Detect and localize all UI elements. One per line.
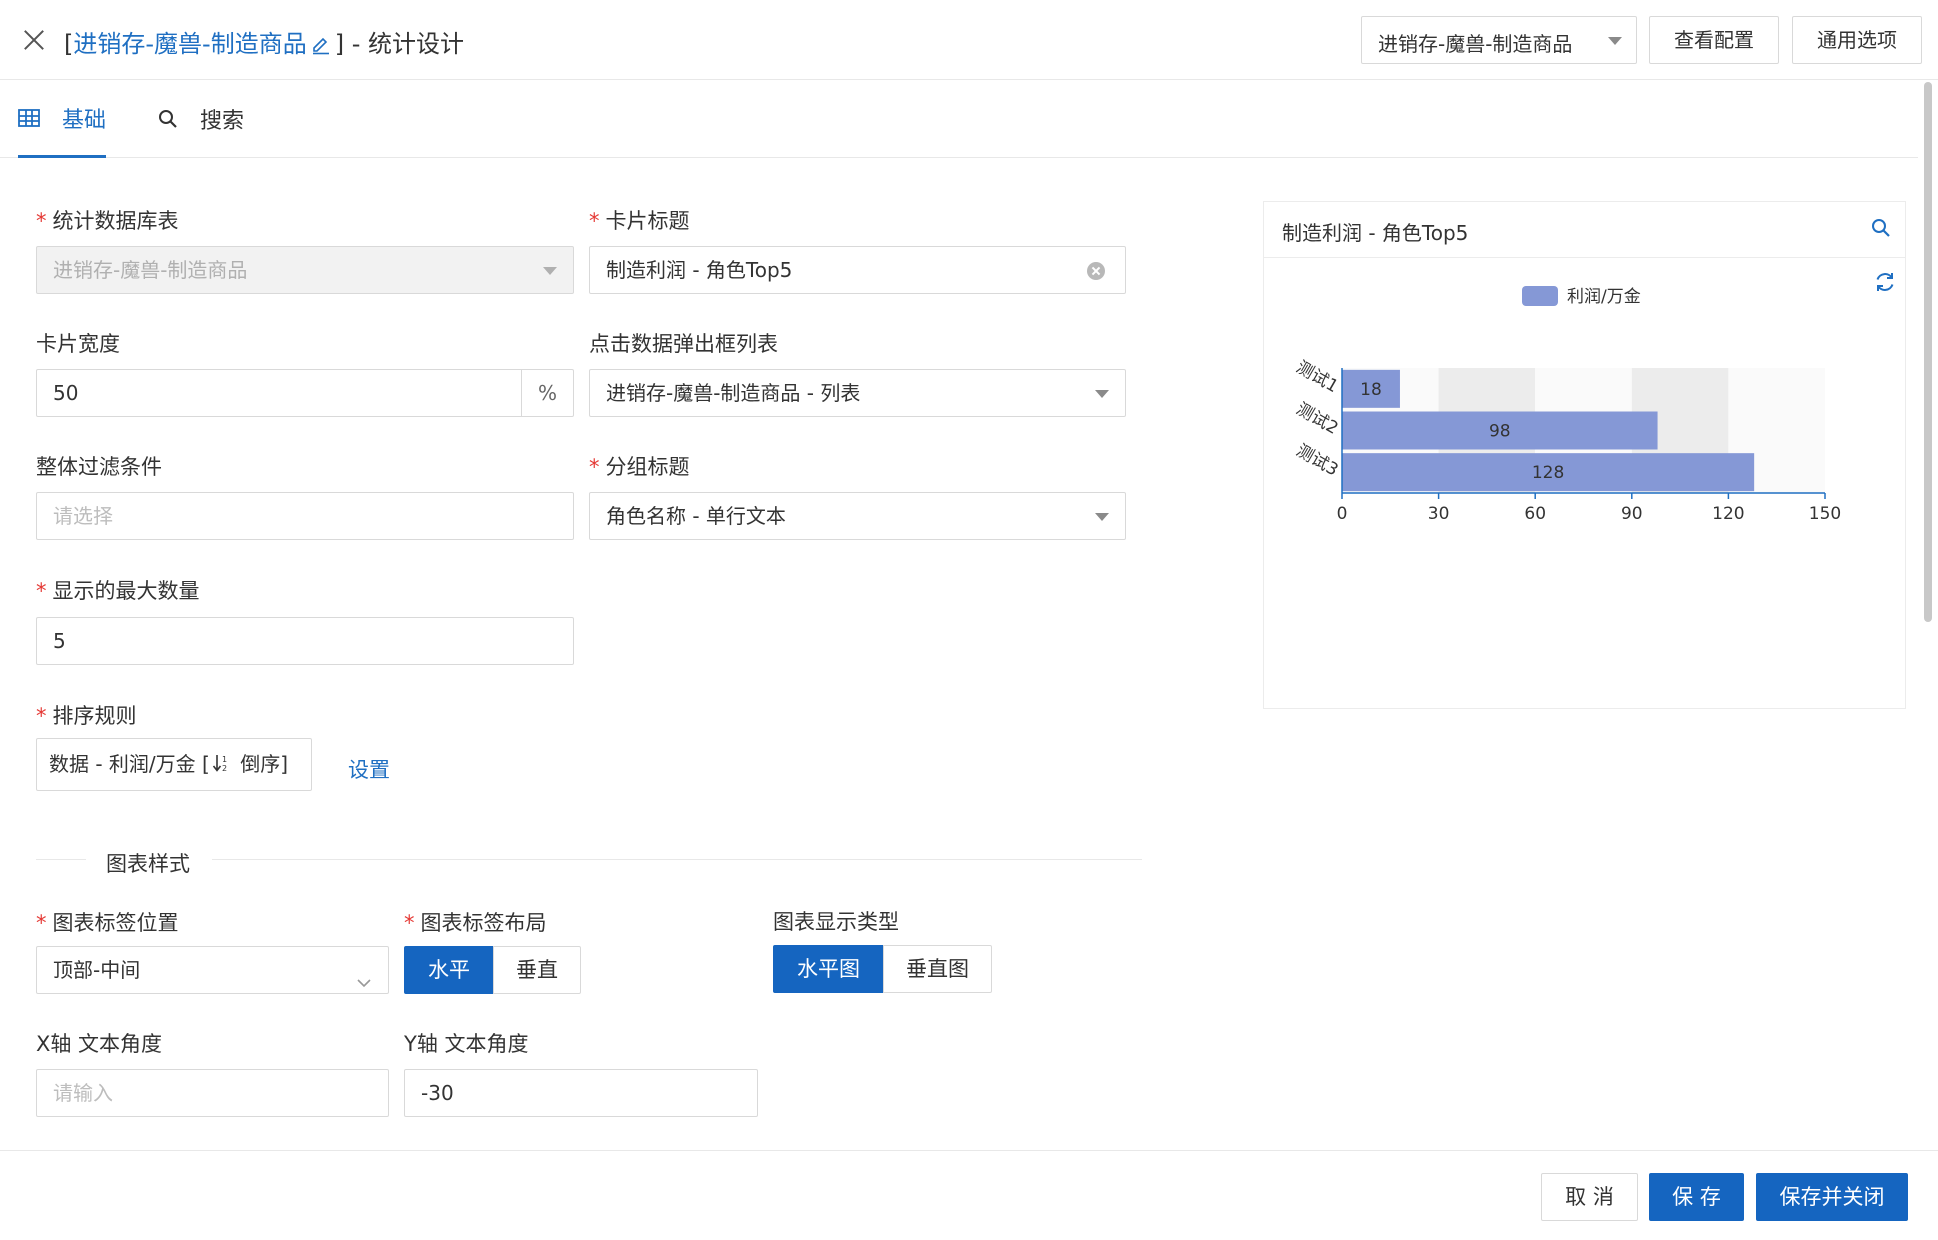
card-header: 制造利润 - 角色Top5 — [1264, 202, 1905, 258]
max-count-input[interactable]: 5 — [36, 617, 574, 665]
y-angle-input[interactable]: -30 — [404, 1069, 758, 1117]
filter-label: 整体过滤条件 — [36, 455, 162, 479]
sort-rule-label: * 排序规则 — [36, 704, 137, 728]
x-tick-label: 90 — [1621, 504, 1643, 524]
label-layout-label: * 图表标签布局 — [404, 911, 547, 935]
display-type-label: 图表显示类型 — [773, 910, 899, 934]
card-width-input[interactable]: 50 % — [36, 369, 574, 417]
stat-table-value: 进销存-魔兽-制造商品 — [53, 258, 248, 282]
title-table-link[interactable]: 进销存-魔兽-制造商品 — [73, 30, 306, 58]
stat-table-select: 进销存-魔兽-制造商品 — [36, 246, 574, 294]
x-tick-label: 30 — [1428, 504, 1450, 524]
clear-icon[interactable] — [1087, 262, 1105, 280]
card-title-value: 制造利润 - 角色Top5 — [606, 258, 793, 282]
title-bracket-open: [ — [64, 30, 74, 58]
svg-text:2: 2 — [222, 764, 227, 773]
display-type-horizontal[interactable]: 水平图 — [773, 945, 884, 993]
card-width-label: 卡片宽度 — [36, 332, 120, 356]
edit-icon[interactable] — [311, 33, 331, 61]
dialog-header: [进销存-魔兽-制造商品] - 统计设计 进销存-魔兽-制造商品 查看配置 通用… — [0, 0, 1938, 80]
search-icon — [158, 109, 178, 129]
click-popup-value: 进销存-魔兽-制造商品 - 列表 — [606, 381, 861, 405]
label-position-label: * 图表标签位置 — [36, 911, 179, 935]
tab-search-label: 搜索 — [200, 109, 245, 134]
save-button[interactable]: 保 存 — [1649, 1173, 1744, 1221]
cancel-button[interactable]: 取 消 — [1541, 1173, 1638, 1221]
x-tick-label: 150 — [1809, 504, 1841, 524]
group-title-select[interactable]: 角色名称 - 单行文本 — [589, 492, 1126, 540]
click-popup-label: 点击数据弹出框列表 — [589, 332, 778, 356]
view-config-button[interactable]: 查看配置 — [1649, 16, 1779, 64]
label-position-value: 顶部-中间 — [53, 958, 141, 982]
search-icon[interactable] — [1871, 218, 1891, 243]
header-table-select[interactable]: 进销存-魔兽-制造商品 — [1361, 16, 1637, 64]
filter-placeholder: 请选择 — [53, 504, 113, 528]
y-tick-label: 测试2 — [1293, 399, 1342, 439]
chart-style-section-title: 图表样式 — [106, 852, 190, 876]
bar-chart: 利润/万金 18 测试1 98 测试2 128 测试3 0 30 60 90 120 150 — [1293, 286, 1841, 524]
x-tick-label: 0 — [1337, 504, 1348, 524]
tab-search[interactable]: 搜索 — [158, 80, 244, 158]
y-tick-label: 测试3 — [1293, 441, 1342, 481]
header-table-select-value: 进销存-魔兽-制造商品 — [1378, 32, 1573, 56]
display-type-vertical[interactable]: 垂直图 — [883, 945, 992, 993]
group-title-label: * 分组标题 — [589, 455, 690, 479]
x-angle-label: X轴 文本角度 — [36, 1032, 163, 1056]
title-suffix: ] - 统计设计 — [334, 30, 464, 58]
percent-suffix: % — [521, 370, 573, 416]
common-options-button[interactable]: 通用选项 — [1792, 16, 1922, 64]
label-position-select[interactable]: 顶部-中间 — [36, 946, 389, 994]
sort-rule-field[interactable]: 数据 - 利润/万金 [1 2 倒序] — [36, 738, 312, 791]
scrollbar[interactable] — [1924, 82, 1932, 622]
card-width-value: 50 — [53, 381, 79, 405]
card-title: 制造利润 - 角色Top5 — [1282, 221, 1469, 245]
chevron-down-icon — [1608, 37, 1622, 45]
table-icon — [18, 108, 40, 127]
dialog-footer: 取 消 保 存 保存并关闭 — [0, 1150, 1938, 1240]
filter-select[interactable]: 请选择 — [36, 492, 574, 540]
sort-setting-link[interactable]: 设置 — [348, 754, 390, 784]
chevron-down-icon — [543, 267, 557, 275]
bar-data-label: 98 — [1489, 422, 1511, 442]
section-divider-left — [36, 859, 86, 860]
chevron-down-icon — [1095, 390, 1109, 398]
card-title-input[interactable]: 制造利润 - 角色Top5 — [589, 246, 1126, 294]
x-angle-placeholder: 请输入 — [53, 1081, 113, 1105]
save-close-button[interactable]: 保存并关闭 — [1756, 1173, 1908, 1221]
bar-data-label: 128 — [1532, 463, 1564, 483]
card-title-label: * 卡片标题 — [589, 209, 690, 233]
tab-bar: 基础 搜索 — [0, 80, 1918, 158]
max-count-value: 5 — [53, 629, 66, 653]
sort-desc-icon: 12 — [212, 741, 232, 790]
sort-rule-suffix: 倒序] — [233, 752, 289, 776]
page-title: [进销存-魔兽-制造商品 ] - 统计设计 — [64, 24, 464, 61]
section-divider-right — [212, 859, 1142, 860]
y-tick-label: 测试1 — [1293, 357, 1342, 397]
chart-preview-card: 制造利润 - 角色Top5 利润/万金 18 测试1 98 测试2 128 测试3 0 30 60… — [1263, 201, 1906, 709]
label-layout-horizontal[interactable]: 水平 — [404, 946, 494, 994]
group-title-value: 角色名称 - 单行文本 — [606, 504, 786, 528]
chevron-down-icon — [1095, 513, 1109, 521]
tab-basic-label: 基础 — [62, 107, 107, 133]
chevron-down-icon — [356, 961, 372, 993]
bar-data-label: 18 — [1360, 380, 1382, 400]
x-tick-label: 60 — [1524, 504, 1546, 524]
close-icon[interactable] — [20, 26, 48, 54]
click-popup-select[interactable]: 进销存-魔兽-制造商品 - 列表 — [589, 369, 1126, 417]
legend-label: 利润/万金 — [1567, 287, 1641, 307]
svg-text:1: 1 — [222, 755, 227, 764]
x-tick-label: 120 — [1712, 504, 1744, 524]
legend-swatch — [1522, 286, 1558, 306]
tab-basic[interactable]: 基础 — [18, 80, 107, 158]
stat-table-label: * 统计数据库表 — [36, 209, 179, 233]
label-layout-vertical[interactable]: 垂直 — [493, 946, 581, 994]
y-angle-label: Y轴 文本角度 — [404, 1032, 529, 1056]
y-angle-value: -30 — [421, 1081, 454, 1105]
sort-rule-prefix: 数据 - 利润/万金 [ — [49, 752, 210, 776]
max-count-label: * 显示的最大数量 — [36, 579, 200, 603]
x-angle-input[interactable]: 请输入 — [36, 1069, 389, 1117]
